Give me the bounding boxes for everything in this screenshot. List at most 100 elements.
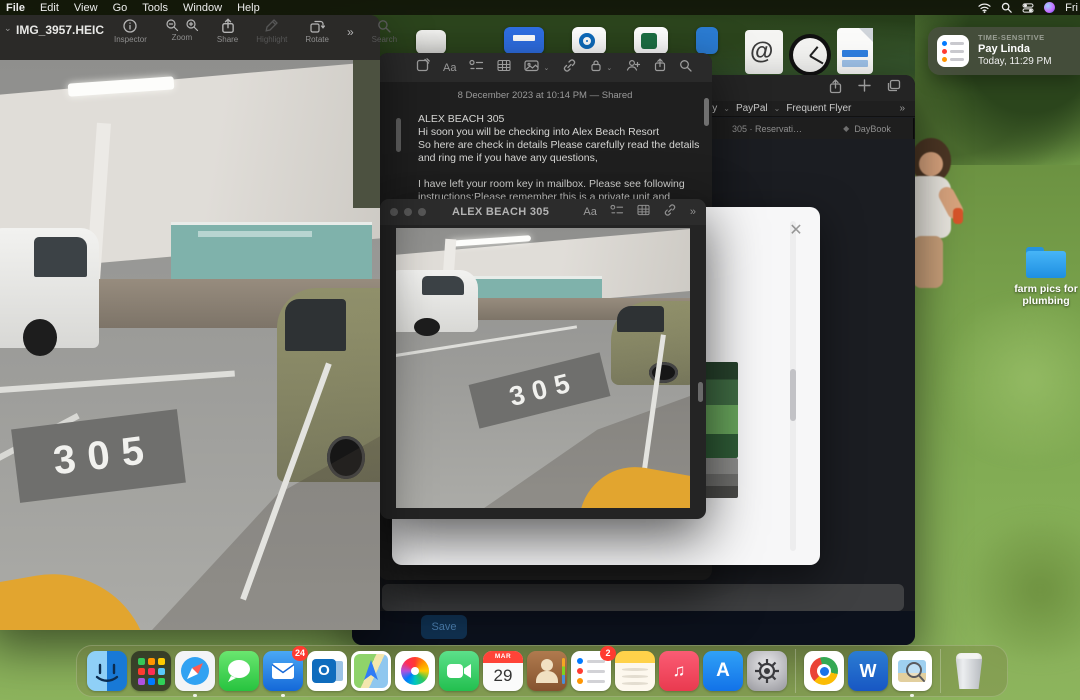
checklist-icon[interactable] bbox=[469, 59, 484, 77]
share-icon[interactable] bbox=[654, 58, 666, 77]
menu-view[interactable]: View bbox=[74, 2, 98, 14]
zoom-button[interactable]: Zoom bbox=[165, 18, 199, 42]
excel-file-icon[interactable] bbox=[634, 27, 668, 54]
control-center-icon[interactable] bbox=[1022, 3, 1034, 13]
dock-chrome[interactable] bbox=[804, 651, 844, 691]
notification-banner[interactable]: TIME-SENSITIVE Pay Linda Today, 11:29 PM bbox=[928, 27, 1080, 75]
menubar-clock-day[interactable]: Fri bbox=[1065, 2, 1078, 14]
page-footer: Save bbox=[352, 611, 915, 645]
format-icon[interactable]: Aa bbox=[583, 206, 596, 218]
media-icon[interactable] bbox=[524, 59, 539, 77]
note-line: Hi soon you will be checking into Alex B… bbox=[418, 126, 704, 139]
email-document-icon[interactable] bbox=[745, 30, 783, 74]
dock-mail[interactable]: 24 bbox=[263, 651, 303, 691]
favorites-more-icon[interactable]: » bbox=[899, 103, 905, 114]
dock-finder[interactable] bbox=[87, 651, 127, 691]
close-window-button[interactable] bbox=[390, 208, 398, 216]
rotate-button[interactable]: Rotate bbox=[305, 18, 329, 44]
floating-note-scrollbar[interactable] bbox=[698, 382, 703, 402]
close-icon[interactable]: ✕ bbox=[786, 221, 806, 241]
chevron-down-icon[interactable]: ⌄ bbox=[606, 64, 612, 72]
lock-icon[interactable] bbox=[590, 59, 602, 77]
dock-outlook[interactable]: O bbox=[307, 651, 347, 691]
new-note-icon[interactable] bbox=[416, 58, 430, 77]
link-icon[interactable] bbox=[663, 203, 677, 221]
spotlight-search-icon[interactable] bbox=[1001, 2, 1012, 13]
chevron-down-icon: ⌄ bbox=[723, 104, 730, 113]
dock-safari[interactable] bbox=[175, 651, 215, 691]
share-button[interactable]: Share bbox=[217, 18, 238, 44]
preview-window[interactable]: ⌄ IMG_3957.HEIC Inspector Zoom Share bbox=[0, 15, 380, 630]
preview-photo-parking-spot[interactable]: 305 bbox=[0, 60, 380, 630]
note-photo-parking-spot[interactable]: 305 bbox=[396, 228, 690, 508]
dock-preview[interactable] bbox=[892, 651, 932, 691]
keynote-file-icon[interactable] bbox=[504, 27, 544, 54]
notification-title: Pay Linda bbox=[978, 43, 1030, 55]
dock-maps[interactable] bbox=[351, 651, 391, 691]
dock-reminders[interactable]: 2 bbox=[571, 651, 611, 691]
tab-daybook[interactable]: ◆ DayBook bbox=[821, 118, 914, 139]
save-button[interactable]: Save bbox=[421, 615, 467, 639]
dock-word[interactable]: W bbox=[848, 651, 888, 691]
inspector-button[interactable]: Inspector bbox=[114, 18, 147, 44]
zoom-out-icon bbox=[165, 18, 179, 32]
more-icon[interactable]: » bbox=[690, 206, 696, 218]
clock-icon[interactable] bbox=[789, 34, 831, 76]
zoom-window-button[interactable] bbox=[418, 208, 426, 216]
collaborate-icon[interactable] bbox=[625, 58, 641, 77]
outlook-file-icon[interactable] bbox=[572, 27, 606, 54]
dock-contacts[interactable] bbox=[527, 651, 567, 691]
wifi-icon[interactable] bbox=[978, 3, 991, 13]
folder-icon[interactable] bbox=[1026, 247, 1066, 278]
menu-edit[interactable]: Edit bbox=[40, 2, 59, 14]
menu-go[interactable]: Go bbox=[113, 2, 128, 14]
new-tab-icon[interactable] bbox=[858, 79, 871, 99]
dock-system-settings[interactable] bbox=[747, 651, 787, 691]
search-icon[interactable] bbox=[679, 59, 692, 77]
dock-messages[interactable] bbox=[219, 651, 259, 691]
menu-tools[interactable]: Tools bbox=[142, 2, 168, 14]
dock-trash[interactable] bbox=[949, 651, 989, 691]
dock-facetime[interactable] bbox=[439, 651, 479, 691]
tab-overview-icon[interactable] bbox=[887, 79, 901, 99]
dock-music[interactable]: ♫ bbox=[659, 651, 699, 691]
table-icon[interactable] bbox=[497, 59, 511, 77]
dock-notes[interactable] bbox=[615, 651, 655, 691]
checklist-icon[interactable] bbox=[610, 203, 624, 221]
preview-titlebar[interactable]: ⌄ IMG_3957.HEIC Inspector Zoom Share bbox=[0, 15, 380, 60]
minimize-window-button[interactable] bbox=[404, 208, 412, 216]
siri-icon[interactable] bbox=[1044, 2, 1055, 13]
note-date-line: 8 December 2023 at 10:14 PM — Shared bbox=[378, 90, 712, 101]
dock-launchpad[interactable] bbox=[131, 651, 171, 691]
desktop-file-icon[interactable] bbox=[416, 30, 446, 54]
window-controls[interactable] bbox=[390, 208, 426, 216]
menu-file[interactable]: File bbox=[6, 2, 25, 14]
notes-scrollbar-right[interactable] bbox=[704, 98, 709, 126]
document-icon[interactable] bbox=[837, 28, 873, 74]
dock-calendar[interactable]: MAR 29 bbox=[483, 651, 523, 691]
tab-reservation[interactable]: 305 · Reservati… bbox=[710, 118, 823, 139]
chevron-down-icon[interactable]: ⌄ bbox=[543, 64, 549, 72]
modal-scrollbar[interactable] bbox=[790, 221, 796, 551]
favorite-paypal[interactable]: PayPal bbox=[736, 103, 768, 114]
notes-scrollbar-left[interactable] bbox=[396, 118, 401, 152]
menu-window[interactable]: Window bbox=[183, 2, 222, 14]
table-icon[interactable] bbox=[637, 203, 650, 221]
favorite-frequent-flyer[interactable]: Frequent Flyer bbox=[786, 103, 851, 114]
dock-appstore[interactable]: A bbox=[703, 651, 743, 691]
calendar-month: MAR bbox=[483, 651, 523, 663]
dock-photos[interactable] bbox=[395, 651, 435, 691]
page-text-field[interactable] bbox=[382, 584, 904, 611]
menu-help[interactable]: Help bbox=[237, 2, 260, 14]
format-icon[interactable]: Aa bbox=[443, 62, 456, 74]
floating-note-window[interactable]: ALEX BEACH 305 Aa » 305 bbox=[380, 199, 706, 519]
link-icon[interactable] bbox=[562, 59, 577, 77]
chevron-down-icon[interactable]: ⌄ bbox=[4, 23, 12, 34]
navigation-arrow-icon bbox=[351, 651, 391, 691]
floating-note-titlebar[interactable]: ALEX BEACH 305 Aa » bbox=[380, 199, 706, 225]
daybook-favicon: ◆ bbox=[843, 124, 849, 133]
folder-label[interactable]: farm pics for plumbing bbox=[1000, 283, 1080, 307]
share-icon[interactable] bbox=[829, 79, 842, 99]
word-file-icon[interactable] bbox=[696, 27, 718, 54]
toolbar-more-icon[interactable]: » bbox=[347, 25, 354, 39]
